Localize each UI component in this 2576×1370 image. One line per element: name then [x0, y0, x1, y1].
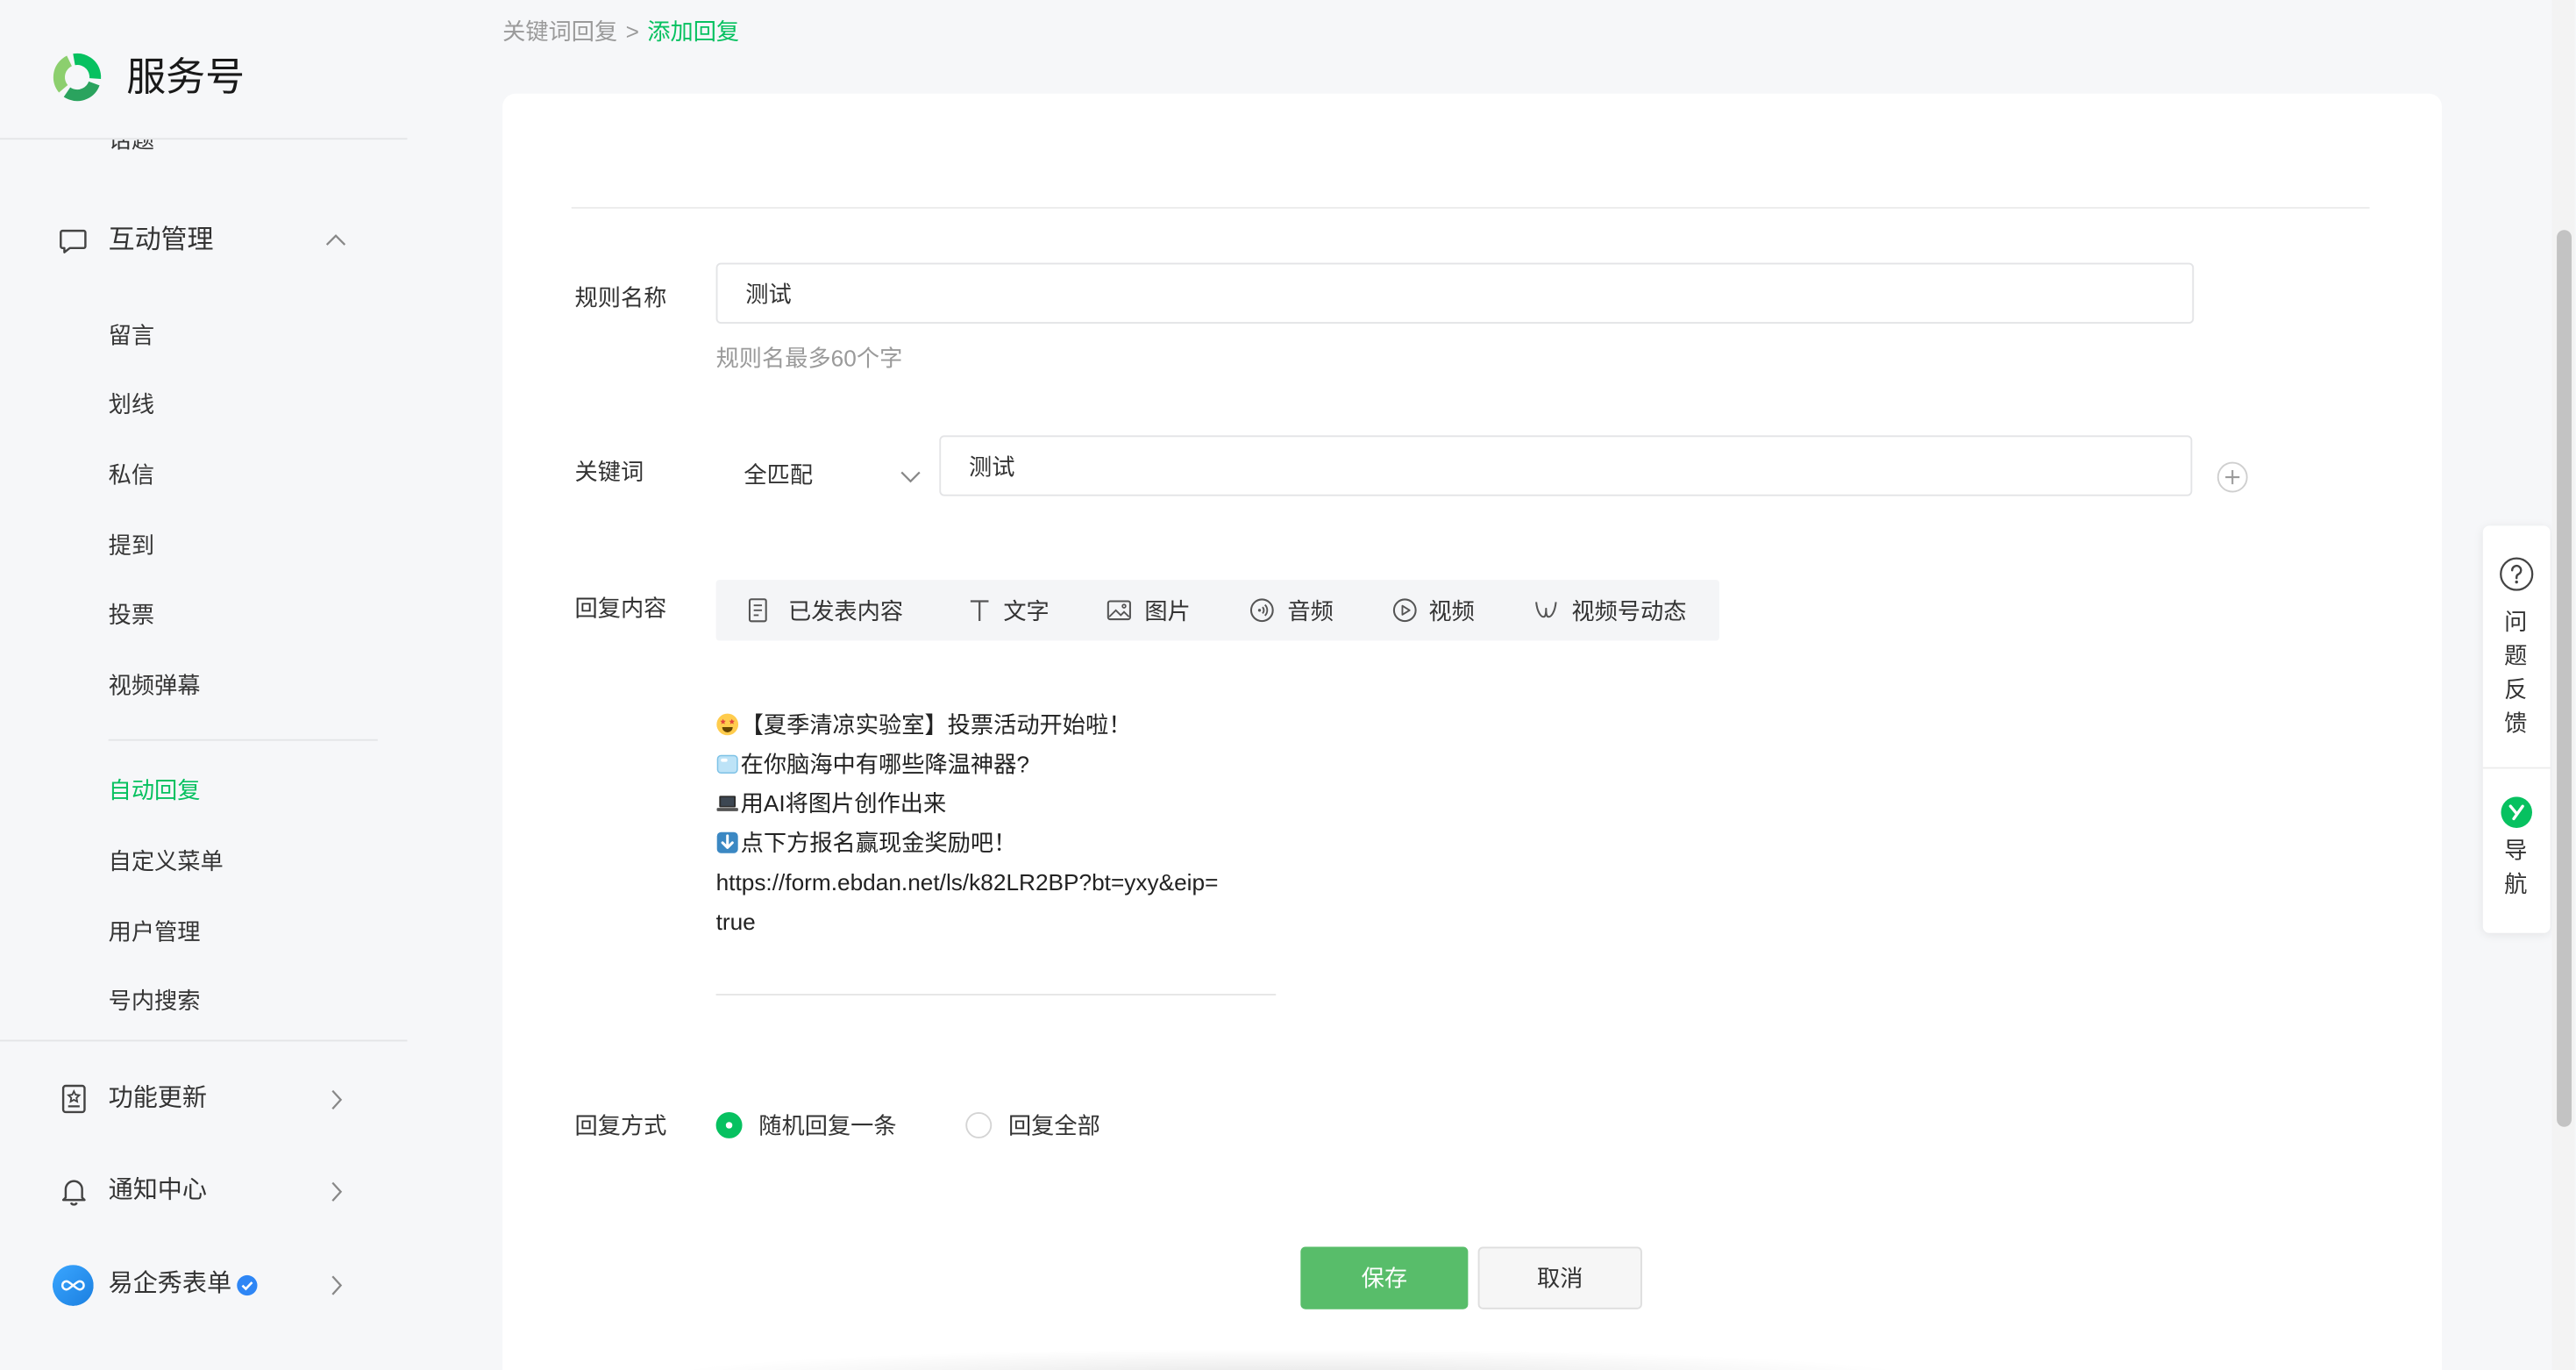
- sidebar-item-video-danmaku[interactable]: 视频弹幕: [109, 668, 372, 701]
- sidebar-group-label: 互动管理: [108, 226, 214, 255]
- sidebar-item-comments[interactable]: 留言: [109, 318, 372, 351]
- plus-circle-icon[interactable]: [2217, 461, 2248, 493]
- bottom-bar-shadow: [689, 1350, 1889, 1370]
- sidebar-item-votes[interactable]: 投票: [109, 598, 372, 631]
- message-icon: [59, 228, 87, 254]
- sidebar-item-highlights[interactable]: 划线: [109, 388, 372, 420]
- reply-all-label[interactable]: 回复全部: [1008, 1109, 1100, 1141]
- image-icon: [1107, 598, 1131, 623]
- match-type-value: 全匹配: [744, 461, 814, 489]
- content-divider: [715, 994, 1277, 995]
- chevron-down-icon: [900, 470, 921, 483]
- text-icon: [967, 598, 992, 623]
- content-line: 用AI将图片创作出来: [716, 783, 1406, 823]
- sidebar-item-in-account-search[interactable]: 号内搜索: [109, 984, 372, 1017]
- reply-mode-label: 回复方式: [574, 1111, 667, 1138]
- content-line: 【夏季清凉实验室】投票活动开始啦！: [716, 704, 1406, 744]
- chevron-right-icon: [330, 1181, 343, 1202]
- side-tools-panel: 问题反馈 导航: [2482, 525, 2551, 933]
- breadcrumb-separator: >: [625, 18, 639, 45]
- chevron-up-icon[interactable]: [325, 233, 346, 246]
- page-scrollbar-thumb[interactable]: [2557, 230, 2572, 1127]
- content-line-text: 【夏季清凉实验室】投票活动开始啦！: [740, 710, 1132, 738]
- sidebar-item-mentions[interactable]: 提到: [109, 529, 372, 561]
- app-window: 服务号 话题 互动管理 留言 划线 私信 提到 投票 视频弹幕 自动回复 自定义…: [0, 0, 2575, 1370]
- toolbar-audio-label: 音频: [1287, 597, 1334, 624]
- guide-label: 导航: [2502, 838, 2530, 906]
- save-button[interactable]: 保存: [1300, 1246, 1469, 1309]
- sidebar-item-feature-updates[interactable]: 功能更新: [49, 1078, 361, 1121]
- rule-name-input[interactable]: [715, 262, 2195, 324]
- main-card: 规则名称 规则名最多60个字 关键词 全匹配 回复内容: [502, 93, 2443, 1370]
- guide-icon: [2501, 796, 2533, 828]
- guide-button[interactable]: 导航: [2483, 769, 2551, 933]
- sidebar-item-custom-menu[interactable]: 自定义菜单: [109, 845, 372, 877]
- sidebar-item-notification-center[interactable]: 通知中心: [49, 1170, 361, 1213]
- sidebar-section-divider: [0, 1039, 408, 1042]
- keyword-label: 关键词: [574, 458, 644, 485]
- feedback-button[interactable]: 问题反馈: [2483, 525, 2551, 767]
- laptop-emoji-icon: [716, 792, 739, 815]
- sidebar-item-auto-reply[interactable]: 自动回复: [109, 774, 372, 806]
- breadcrumb-parent[interactable]: 关键词回复: [502, 18, 617, 45]
- content-line-text: 点下方报名赢现金奖励吧！: [740, 829, 1017, 856]
- article-icon: [745, 598, 770, 623]
- chevron-right-icon: [330, 1089, 343, 1110]
- content-line-text: true: [715, 908, 756, 935]
- content-line-text: 在你脑海中有哪些降温神器?: [740, 750, 1029, 777]
- sidebar-scroll-clip: 话题: [0, 139, 407, 159]
- rule-name-hint: 规则名最多60个字: [715, 345, 903, 372]
- toolbar-published-content-label: 已发表内容: [787, 597, 904, 624]
- content-link-line: true: [716, 902, 1406, 941]
- content-line-text: 用AI将图片创作出来: [740, 789, 947, 817]
- content-line-text: https://form.ebdan.net/ls/k82LR2BP?bt=yx…: [715, 868, 1219, 895]
- question-circle-icon: [2500, 557, 2534, 591]
- reply-all-radio[interactable]: [965, 1111, 993, 1138]
- breadcrumb-current: 添加回复: [647, 18, 740, 45]
- account-name: 易企秀表单: [108, 1269, 232, 1298]
- match-type-select[interactable]: 全匹配: [716, 435, 936, 496]
- down-arrow-emoji-icon: [716, 831, 739, 854]
- reply-random-radio[interactable]: [715, 1111, 743, 1138]
- feature-updates-label: 功能更新: [108, 1084, 208, 1112]
- sidebar-account[interactable]: 易企秀表单: [49, 1265, 361, 1308]
- star-struck-emoji-icon: [716, 713, 739, 736]
- reply-content-label: 回复内容: [574, 594, 667, 621]
- account-avatar-icon: [52, 1265, 94, 1306]
- toolbar-video-label: 视频: [1428, 597, 1475, 624]
- sidebar-item-user-management[interactable]: 用户管理: [109, 915, 372, 947]
- reply-random-label[interactable]: 随机回复一条: [758, 1109, 896, 1141]
- sidebar-subgroup-divider: [108, 739, 378, 741]
- app-name: 服务号: [126, 55, 246, 101]
- video-icon: [1392, 598, 1417, 623]
- content-line: 点下方报名赢现金奖励吧！: [716, 823, 1406, 862]
- toolbar-channels-post-label: 视频号动态: [1571, 597, 1687, 624]
- audio-icon: [1249, 598, 1274, 623]
- sidebar-item-messages[interactable]: 私信: [109, 459, 372, 491]
- breadcrumb: 关键词回复 > 添加回复: [502, 15, 739, 47]
- notification-center-label: 通知中心: [108, 1175, 208, 1204]
- service-account-logo-icon: [49, 49, 105, 105]
- ice-cube-emoji-icon: [716, 753, 739, 775]
- reply-content-editor[interactable]: 【夏季清凉实验室】投票活动开始啦！ 在你脑海中有哪些降温神器? 用AI将图片创作…: [716, 704, 1406, 941]
- keyword-input[interactable]: [939, 435, 2193, 496]
- content-link-line: https://form.ebdan.net/ls/k82LR2BP?bt=yx…: [716, 862, 1406, 902]
- card-header-divider: [571, 206, 2370, 209]
- content-line: 在你脑海中有哪些降温神器?: [716, 744, 1406, 783]
- feature-update-icon: [60, 1084, 87, 1114]
- sidebar: 服务号 话题 互动管理 留言 划线 私信 提到 投票 视频弹幕 自动回复 自定义…: [0, 0, 408, 1370]
- verified-badge-icon: [237, 1274, 258, 1296]
- channels-icon: [1534, 598, 1558, 623]
- chevron-right-icon: [330, 1274, 343, 1295]
- feedback-label: 问题反馈: [2502, 609, 2530, 746]
- toolbar-text-label: 文字: [1003, 597, 1050, 624]
- toolbar-image-label: 图片: [1144, 597, 1191, 624]
- sidebar-item-clipped[interactable]: 话题: [109, 139, 154, 156]
- reply-type-toolbar: 已发表内容 文字 图片 音频 视频 视频号动态: [715, 580, 1719, 641]
- rule-name-label: 规则名称: [574, 284, 667, 310]
- bell-icon: [60, 1176, 87, 1206]
- cancel-button[interactable]: 取消: [1477, 1246, 1642, 1309]
